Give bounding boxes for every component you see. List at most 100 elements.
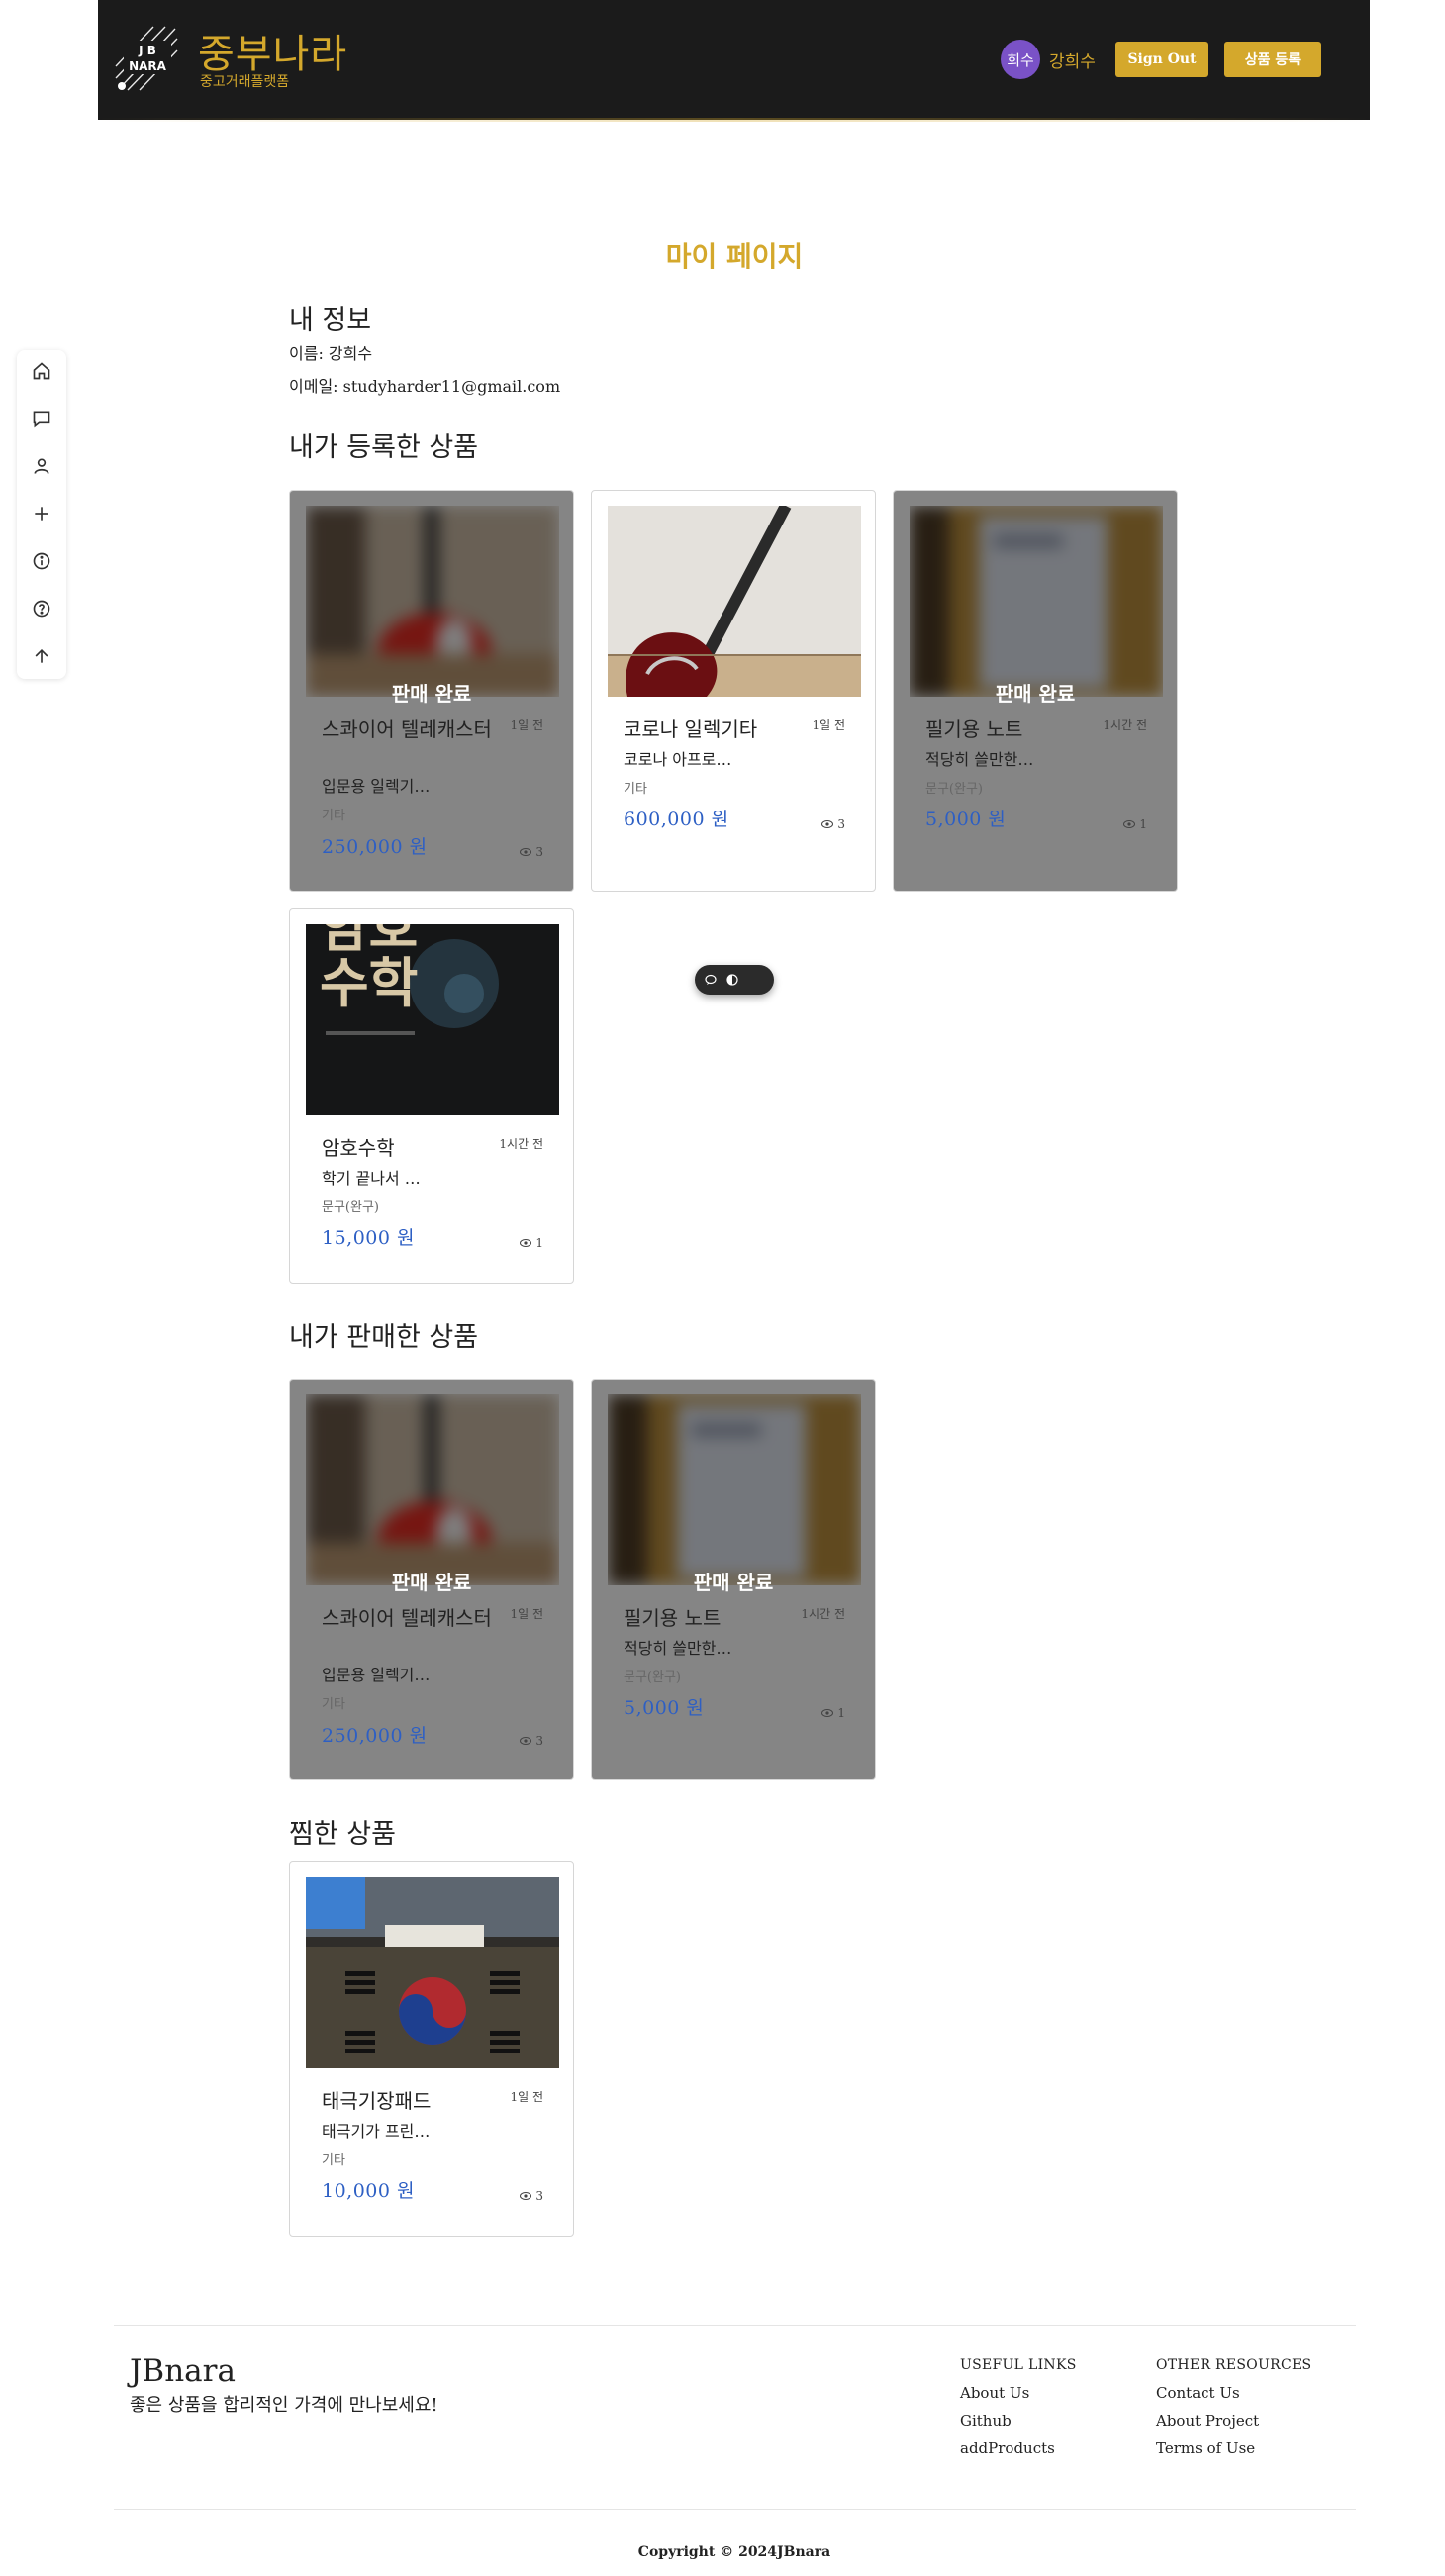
product-time: 1시간 전 xyxy=(1103,718,1147,732)
registered-heading: 내가 등록한 상품 xyxy=(289,432,479,463)
product-image: 암호 수학 xyxy=(306,924,559,1115)
eye-icon xyxy=(520,1239,532,1247)
product-card[interactable]: 코로나 일렉기타 1일 전 코로나 아프로… 기타 600,000 원 3 xyxy=(591,490,876,892)
product-time: 1일 전 xyxy=(510,1607,543,1621)
product-desc: 입문용 일렉기… xyxy=(322,1666,431,1684)
product-price: 250,000 원 xyxy=(322,836,428,858)
product-time: 1시간 전 xyxy=(801,1607,845,1621)
footer-divider xyxy=(114,2325,1356,2326)
home-icon[interactable] xyxy=(29,358,54,384)
logo-text-bottom: NARA xyxy=(129,59,167,73)
footer-link-add-products[interactable]: addProducts xyxy=(960,2439,1055,2457)
side-nav xyxy=(17,350,66,679)
name-line: 이름: 강희수 xyxy=(289,344,373,363)
sold-badge: 판매 완료 xyxy=(995,682,1076,706)
footer-link-github[interactable]: Github xyxy=(960,2412,1012,2430)
logo[interactable]: J B NARA xyxy=(114,23,181,94)
liked-heading: 찜한 상품 xyxy=(289,1819,396,1850)
product-category: 기타 xyxy=(624,782,647,797)
product-desc: 입문용 일렉기… xyxy=(322,777,431,796)
footer-tagline: 좋은 상품을 합리적인 가격에 만나보세요! xyxy=(130,2395,438,2416)
footer-link-about-us[interactable]: About Us xyxy=(960,2384,1029,2402)
info-icon[interactable] xyxy=(29,548,54,574)
useful-links-title: USEFUL LINKS xyxy=(960,2357,1077,2373)
floating-toolbar[interactable] xyxy=(695,965,774,995)
sold-badge: 판매 완료 xyxy=(391,1571,472,1594)
footer-link-about-project[interactable]: About Project xyxy=(1156,2412,1259,2430)
footer-link-contact-us[interactable]: Contact Us xyxy=(1156,2384,1240,2402)
eye-icon xyxy=(520,848,532,856)
toggle-icon xyxy=(726,974,738,986)
logo-text-top: J B xyxy=(138,44,156,57)
product-views: 1 xyxy=(821,1706,845,1720)
user-icon[interactable] xyxy=(29,453,54,479)
book-cover-text-2: 수학 xyxy=(320,952,418,1014)
product-price: 600,000 원 xyxy=(624,809,729,830)
user-name[interactable]: 강희수 xyxy=(1049,48,1096,72)
product-card[interactable]: 판매 완료 스콰이어 텔레캐스터 1일 전 입문용 일렉기… 기타 250,00… xyxy=(289,490,574,892)
product-name: 코로나 일렉기타 xyxy=(624,717,758,741)
product-time: 1일 전 xyxy=(510,718,543,732)
footer-link-terms[interactable]: Terms of Use xyxy=(1156,2439,1255,2457)
product-name: 스콰이어 텔레캐스터 xyxy=(322,1606,492,1630)
product-price: 250,000 원 xyxy=(322,1725,428,1747)
views-count: 1 xyxy=(535,1236,543,1250)
product-views: 1 xyxy=(520,1236,543,1250)
product-category: 기타 xyxy=(322,809,345,823)
product-category: 문구(완구) xyxy=(925,782,983,797)
views-count: 3 xyxy=(535,2189,543,2203)
sold-badge: 판매 완료 xyxy=(693,1571,774,1594)
views-count: 1 xyxy=(837,1706,845,1720)
product-time: 1일 전 xyxy=(812,718,845,732)
product-card[interactable]: 판매 완료 필기용 노트 1시간 전 적당히 쓸만한… 문구(완구) 5,000… xyxy=(893,490,1178,892)
product-price: 5,000 원 xyxy=(624,1697,705,1719)
views-count: 3 xyxy=(535,1734,543,1748)
help-icon[interactable] xyxy=(29,596,54,621)
product-views: 3 xyxy=(821,817,845,831)
product-name: 스콰이어 텔레캐스터 xyxy=(322,717,492,741)
product-time: 1시간 전 xyxy=(499,1137,543,1151)
product-desc: 적당히 쓸만한… xyxy=(925,750,1034,769)
product-name: 필기용 노트 xyxy=(624,1606,722,1630)
avatar[interactable]: 희수 xyxy=(1001,40,1040,79)
product-name: 암호수학 xyxy=(322,1136,395,1160)
product-views: 3 xyxy=(520,845,543,859)
product-views: 1 xyxy=(1123,817,1147,831)
product-card[interactable]: 판매 완료 필기용 노트 1시간 전 적당히 쓸만한… 문구(완구) 5,000… xyxy=(591,1379,876,1780)
views-count: 3 xyxy=(837,817,845,831)
register-product-button[interactable]: 상품 등록 xyxy=(1224,42,1321,77)
product-category: 문구(완구) xyxy=(322,1200,379,1215)
footer-divider-bottom xyxy=(114,2509,1356,2510)
product-name: 태극기장패드 xyxy=(322,2089,432,2113)
page-title: 마이 페이지 xyxy=(665,240,804,273)
plus-icon[interactable] xyxy=(29,501,54,526)
eye-icon xyxy=(821,820,834,828)
product-name: 필기용 노트 xyxy=(925,717,1023,741)
product-card[interactable]: 암호 수학 암호수학 1시간 전 학기 끝나서 … 문구(완구) 15,000 원… xyxy=(289,908,574,1284)
product-image xyxy=(306,1877,559,2068)
views-count: 3 xyxy=(535,845,543,859)
product-card[interactable]: 태극기장패드 1일 전 태극기가 프린… 기타 10,000 원 3 xyxy=(289,1861,574,2237)
product-price: 5,000 원 xyxy=(925,809,1007,830)
product-desc: 태극기가 프린… xyxy=(322,2122,431,2141)
other-resources-title: OTHER RESOURCES xyxy=(1156,2357,1312,2373)
sign-out-button[interactable]: Sign Out xyxy=(1115,42,1208,77)
product-desc: 코로나 아프로… xyxy=(624,750,732,769)
eye-icon xyxy=(821,1709,834,1717)
product-desc: 적당히 쓸만한… xyxy=(624,1639,732,1658)
eye-icon xyxy=(520,1737,532,1745)
product-price: 10,000 원 xyxy=(322,2180,416,2202)
product-category: 문구(완구) xyxy=(624,1670,681,1685)
sold-heading: 내가 판매한 상품 xyxy=(289,1322,479,1353)
product-category: 기타 xyxy=(322,1697,345,1712)
chat-icon[interactable] xyxy=(29,406,54,431)
eye-icon xyxy=(520,2192,532,2200)
email-line: 이메일: studyharder11@gmail.com xyxy=(289,377,561,396)
comment-icon xyxy=(705,974,717,985)
product-desc: 학기 끝나서 … xyxy=(322,1169,421,1188)
sold-badge: 판매 완료 xyxy=(391,682,472,706)
eye-icon xyxy=(1123,820,1136,828)
product-card[interactable]: 판매 완료 스콰이어 텔레캐스터 1일 전 입문용 일렉기… 기타 250,00… xyxy=(289,1379,574,1780)
product-views: 3 xyxy=(520,1734,543,1748)
arrow-up-icon[interactable] xyxy=(29,643,54,669)
